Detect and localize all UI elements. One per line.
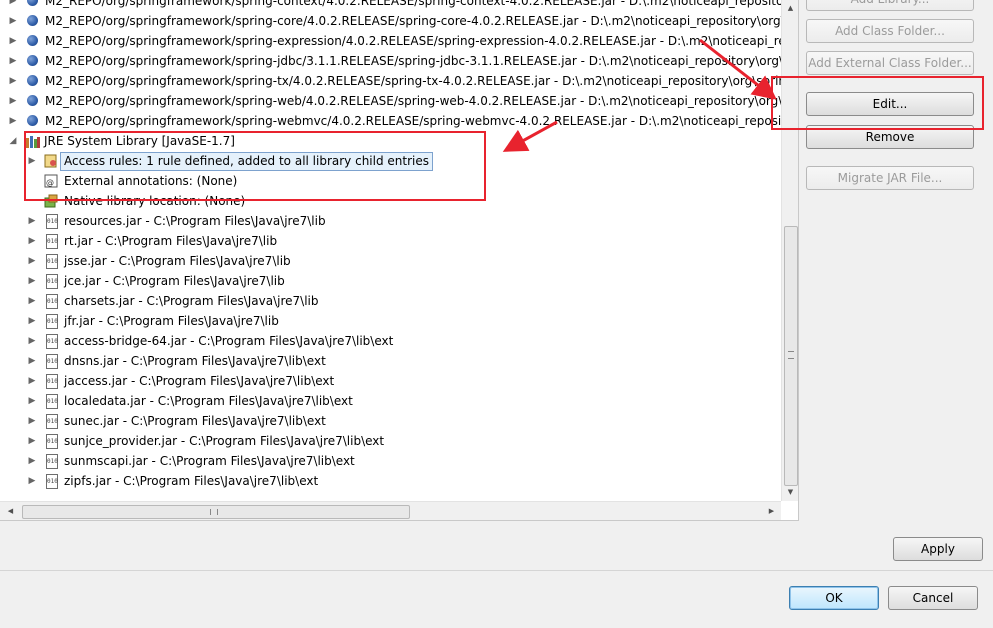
blue-dot-icon	[27, 15, 38, 26]
maven-entry-label: M2_REPO/org/springframework/spring-conte…	[45, 0, 781, 8]
maven-entry-label: M2_REPO/org/springframework/spring-jdbc/…	[45, 54, 781, 68]
expand-arrow-icon[interactable]: ▶	[8, 11, 18, 31]
jar-icon: 010	[46, 414, 58, 429]
ok-button[interactable]: OK	[789, 586, 879, 610]
jar-icon: 010	[46, 394, 58, 409]
maven-entry-label: M2_REPO/org/springframework/spring-core/…	[45, 14, 781, 28]
expand-arrow-icon[interactable]: ▶	[27, 351, 37, 371]
add-class-folder-button[interactable]: Add Class Folder...	[806, 19, 974, 43]
jar-icon: 010	[46, 474, 58, 489]
annotation-box-access-rules	[24, 131, 486, 201]
jar-icon: 010	[46, 454, 58, 469]
expand-arrow-icon[interactable]: ▶	[27, 371, 37, 391]
blue-dot-icon	[27, 0, 38, 6]
add-external-class-folder-button[interactable]: Add External Class Folder...	[806, 51, 974, 75]
tree-rows: ▶ M2_REPO/org/springframework/spring-cont…	[0, 0, 781, 501]
expand-arrow-icon[interactable]: ▶	[8, 111, 18, 131]
expand-arrow-icon[interactable]: ▶	[8, 31, 18, 51]
scroll-grip-icon	[788, 351, 794, 359]
blue-dot-icon	[27, 75, 38, 86]
expand-arrow-icon[interactable]: ▶	[27, 251, 37, 271]
cancel-button[interactable]: Cancel	[888, 586, 978, 610]
jar-entry-label: jaccess.jar - C:\Program Files\Java\jre7…	[64, 374, 335, 388]
expand-arrow-icon[interactable]: ▶	[27, 291, 37, 311]
jar-icon: 010	[46, 274, 58, 289]
expand-arrow-icon[interactable]: ▶	[8, 71, 18, 91]
apply-button[interactable]: Apply	[893, 537, 983, 561]
scroll-down-arrow-icon[interactable]: ▼	[782, 484, 798, 501]
expand-arrow-icon[interactable]: ▶	[8, 91, 18, 111]
expand-arrow-icon[interactable]: ▶	[27, 411, 37, 431]
expand-arrow-icon[interactable]: ▶	[27, 451, 37, 471]
jar-entry-label: zipfs.jar - C:\Program Files\Java\jre7\l…	[64, 474, 319, 488]
maven-entry-label: M2_REPO/org/springframework/spring-expre…	[45, 34, 781, 48]
expand-arrow-icon[interactable]: ▶	[27, 471, 37, 491]
jar-entry-label: resources.jar - C:\Program Files\Java\jr…	[64, 214, 326, 228]
jar-entry-label: sunjce_provider.jar - C:\Program Files\J…	[64, 434, 385, 448]
blue-dot-icon	[27, 95, 38, 106]
blue-dot-icon	[27, 55, 38, 66]
maven-entry-label: M2_REPO/org/springframework/spring-webmv…	[45, 114, 781, 128]
expand-arrow-icon[interactable]: ▶	[27, 211, 37, 231]
expand-arrow-icon[interactable]: ▶	[8, 0, 18, 11]
jar-entry-label: rt.jar - C:\Program Files\Java\jre7\lib	[64, 234, 278, 248]
jar-entry-label: jce.jar - C:\Program Files\Java\jre7\lib	[64, 274, 285, 288]
expand-arrow-icon[interactable]: ▶	[27, 231, 37, 251]
jar-entry-label: charsets.jar - C:\Program Files\Java\jre…	[64, 294, 319, 308]
jar-icon: 010	[46, 354, 58, 369]
horizontal-scrollbar[interactable]: ◀ ▶	[0, 501, 781, 520]
jar-icon: 010	[46, 254, 58, 269]
expand-arrow-icon[interactable]: ▶	[27, 331, 37, 351]
expand-arrow-icon[interactable]: ▶	[27, 311, 37, 331]
maven-entry-label: M2_REPO/org/springframework/spring-web/4…	[45, 94, 781, 108]
jar-icon: 010	[46, 234, 58, 249]
migrate-jar-file-button[interactable]: Migrate JAR File...	[806, 166, 974, 190]
jar-entry-label: jsse.jar - C:\Program Files\Java\jre7\li…	[64, 254, 291, 268]
add-library-button[interactable]: Add Library...	[806, 0, 974, 11]
collapse-arrow-icon[interactable]: ◢	[8, 131, 18, 151]
jar-icon: 010	[46, 214, 58, 229]
scroll-up-arrow-icon[interactable]: ▲	[782, 0, 798, 17]
jar-entry-label: localedata.jar - C:\Program Files\Java\j…	[64, 394, 353, 408]
horizontal-scroll-thumb[interactable]	[22, 505, 410, 519]
blue-dot-icon	[27, 35, 38, 46]
scroll-right-arrow-icon[interactable]: ▶	[763, 503, 780, 520]
jar-icon: 010	[46, 294, 58, 309]
jar-entry-label: sunec.jar - C:\Program Files\Java\jre7\l…	[64, 414, 326, 428]
jar-icon: 010	[46, 434, 58, 449]
jar-entry-label: dnsns.jar - C:\Program Files\Java\jre7\l…	[64, 354, 326, 368]
expand-arrow-icon[interactable]: ▶	[27, 271, 37, 291]
jar-icon: 010	[46, 334, 58, 349]
maven-entry-label: M2_REPO/org/springframework/spring-tx/4.…	[45, 74, 781, 88]
expand-arrow-icon[interactable]: ▶	[8, 51, 18, 71]
blue-dot-icon	[27, 115, 38, 126]
build-path-tree[interactable]: ▶ M2_REPO/org/springframework/spring-cont…	[0, 0, 799, 521]
jar-entry-label: jfr.jar - C:\Program Files\Java\jre7\lib	[64, 314, 279, 328]
jar-entry-label: access-bridge-64.jar - C:\Program Files\…	[64, 334, 394, 348]
jar-icon: 010	[46, 374, 58, 389]
annotation-box-edit-button	[771, 76, 984, 130]
scroll-left-arrow-icon[interactable]: ◀	[2, 503, 19, 520]
jar-entry-label: sunmscapi.jar - C:\Program Files\Java\jr…	[64, 454, 355, 468]
expand-arrow-icon[interactable]: ▶	[27, 431, 37, 451]
scroll-grip-icon	[210, 509, 218, 515]
footer-separator	[0, 570, 993, 571]
expand-arrow-icon[interactable]: ▶	[27, 391, 37, 411]
vertical-scroll-thumb[interactable]	[784, 226, 798, 486]
jar-icon: 010	[46, 314, 58, 329]
